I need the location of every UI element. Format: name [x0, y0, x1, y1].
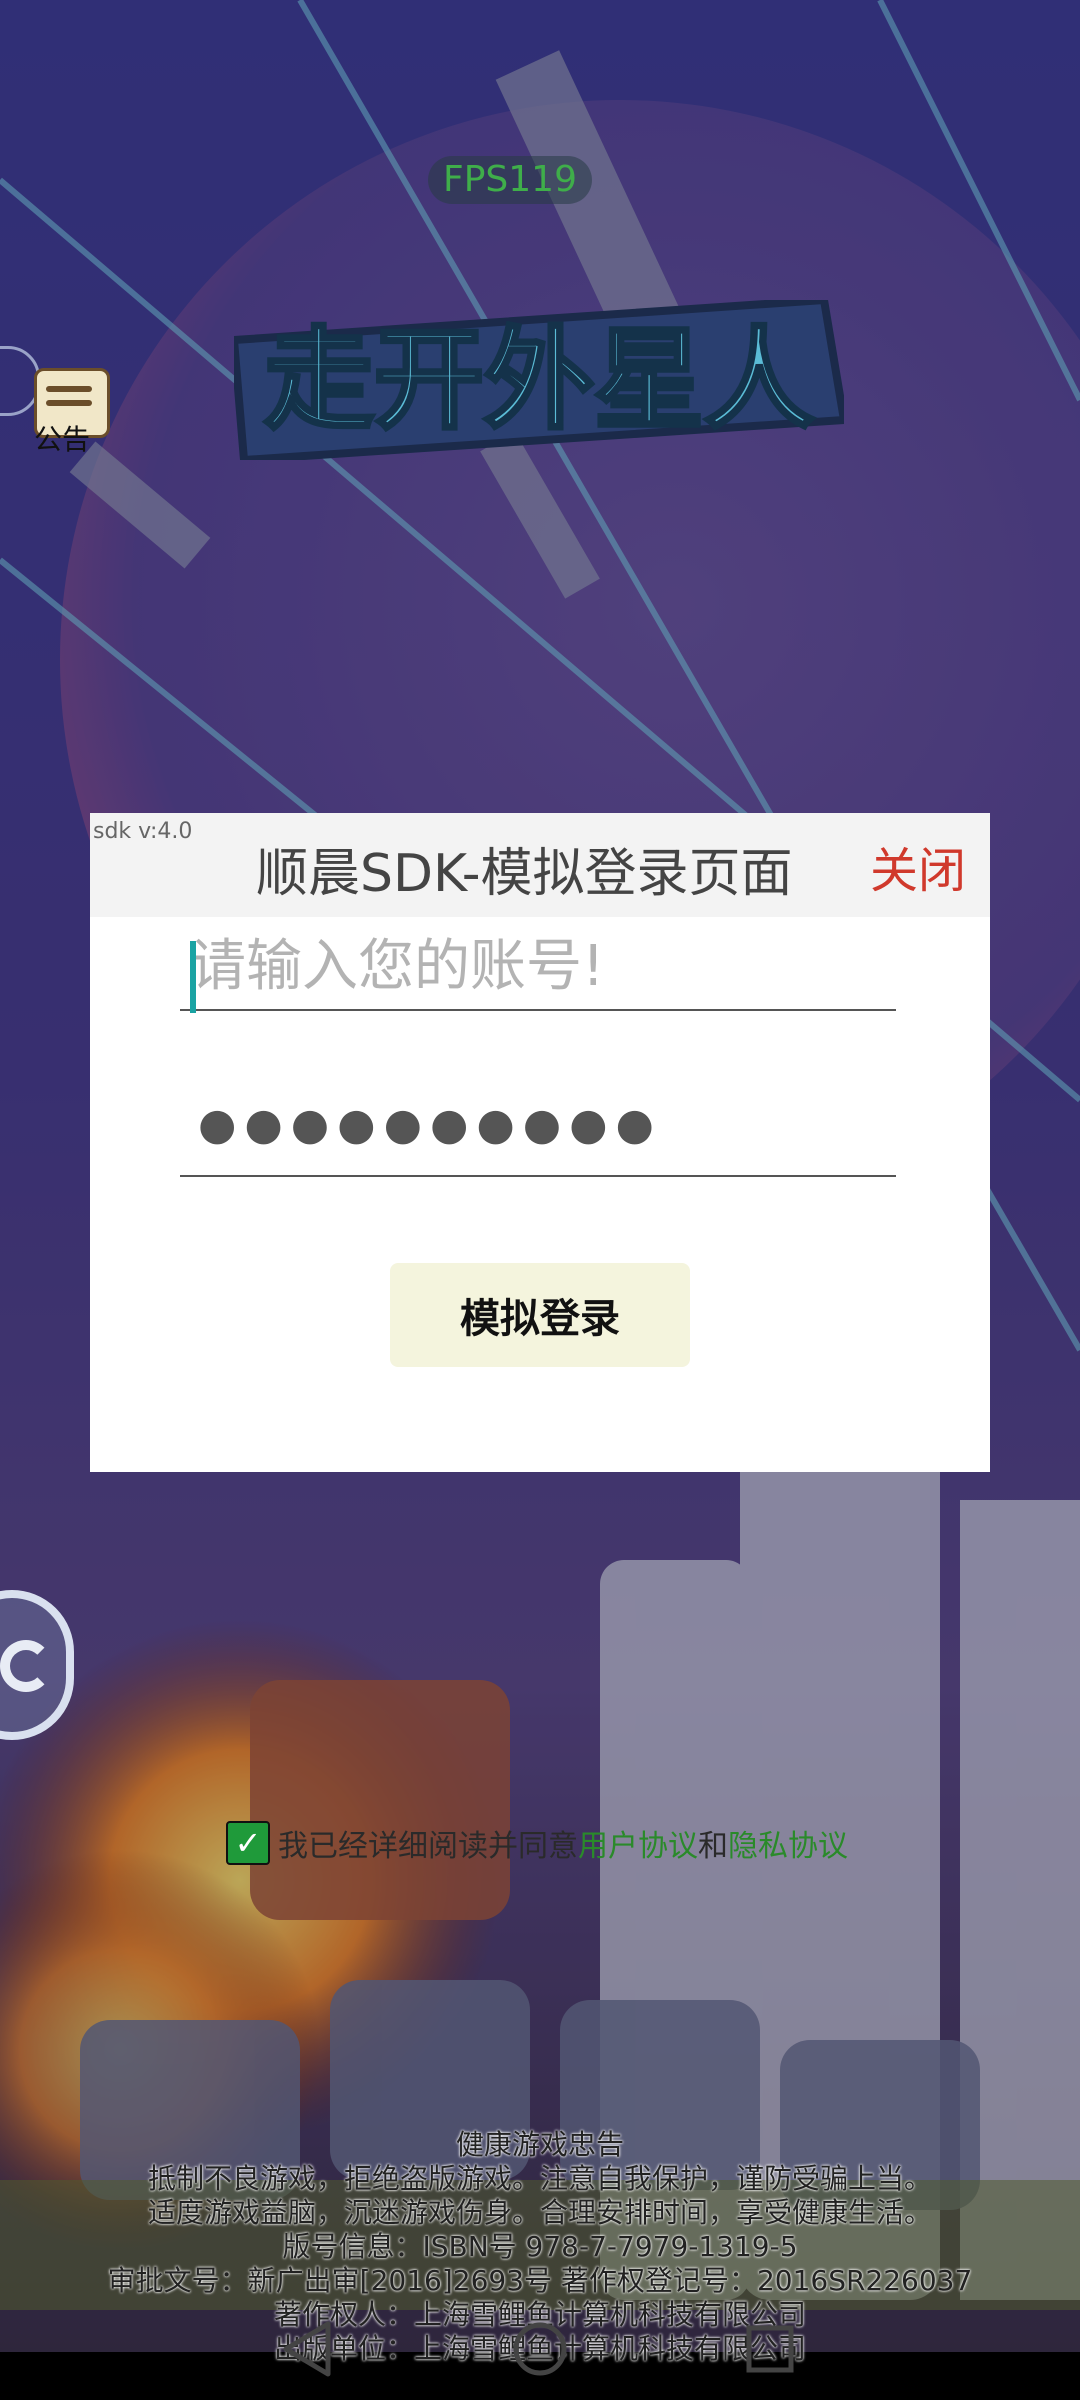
notice-button[interactable]: 公告 [30, 368, 112, 460]
isbn-info: 版号信息：ISBN号 978-7-7979-1319-5 [282, 2230, 798, 2263]
account-input[interactable] [180, 923, 896, 1011]
recents-square-icon[interactable] [735, 2314, 805, 2384]
agreement-row: ✓ 我已经详细阅读并同意 用户协议 和 隐私协议 [226, 1820, 848, 1866]
fps-counter: FPS119 [428, 156, 592, 204]
agreement-and: 和 [698, 1829, 728, 1864]
sdk-version: sdk v:4.0 [93, 819, 193, 844]
home-circle-icon[interactable] [505, 2314, 575, 2384]
float-ring-icon [0, 1640, 52, 1692]
notice-label: 公告 [34, 423, 91, 456]
back-triangle-icon[interactable] [272, 2314, 342, 2384]
password-input[interactable]: ●●●●●●●●●● [180, 1089, 896, 1177]
health-notice-heading: 健康游戏忠告 [455, 2128, 624, 2161]
system-navbar [0, 2304, 1080, 2400]
health-notice-line: 抵制不良游戏，拒绝盗版游戏。注意自我保护，谨防受骗上当。 [147, 2162, 932, 2195]
agreement-text: 我已经详细阅读并同意 [278, 1829, 578, 1864]
game-logo: 走开外星人 [229, 295, 849, 465]
approval-info: 审批文号：新广出审[2016]2693号 著作权登记号：2016SR226037 [107, 2264, 973, 2297]
agreement-checkbox[interactable]: ✓ [226, 1821, 270, 1865]
dialog-header: sdk v:4.0 顺晨SDK-模拟登录页面 关闭 [90, 813, 990, 917]
login-dialog: sdk v:4.0 顺晨SDK-模拟登录页面 关闭 ●●●●●●●●●● 模拟登… [90, 813, 990, 1472]
game-logo-text: 走开外星人 [264, 316, 814, 444]
user-agreement-link[interactable]: 用户协议 [578, 1821, 698, 1865]
mock-login-button[interactable]: 模拟登录 [390, 1263, 690, 1367]
password-mask: ●●●●●●●●●● [198, 1099, 662, 1150]
close-button[interactable]: 关闭 [870, 831, 966, 901]
privacy-policy-link[interactable]: 隐私协议 [728, 1821, 848, 1865]
health-notice-line: 适度游戏益脑，沉迷游戏伤身。合理安排时间，享受健康生活。 [147, 2196, 932, 2229]
text-cursor [190, 941, 196, 1013]
dialog-title: 顺晨SDK-模拟登录页面 [256, 844, 793, 904]
